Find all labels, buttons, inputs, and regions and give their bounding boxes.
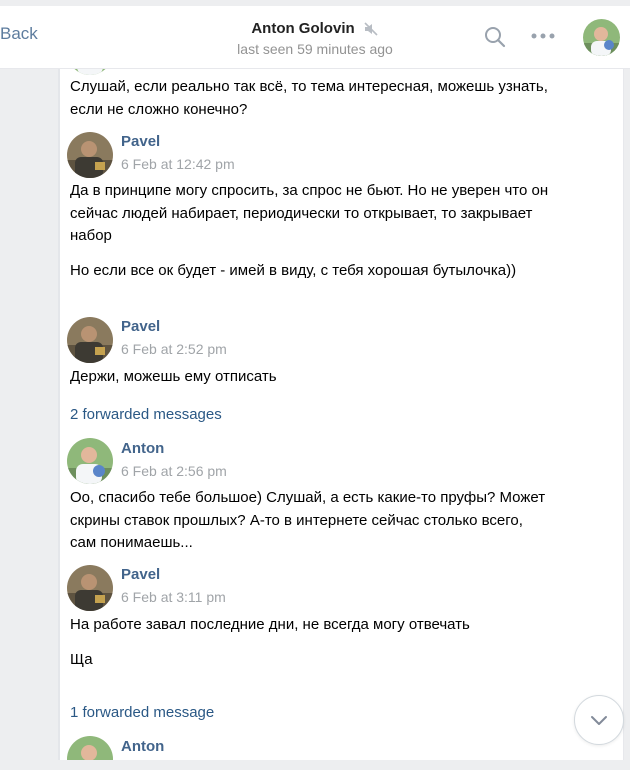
message-time[interactable]: 6 Feb at 3:11 pm (121, 589, 226, 605)
chat-title[interactable]: Anton Golovin (251, 20, 354, 37)
message-time[interactable]: 6 Feb at 2:56 pm (121, 463, 227, 479)
avatar[interactable] (67, 438, 113, 484)
message-text: Держи, можешь ему отписать (70, 368, 277, 385)
avatar[interactable] (67, 132, 113, 178)
message-author[interactable]: Pavel (121, 133, 160, 150)
message-text: На работе завал последние дни, не всегда… (70, 616, 470, 633)
more-icon[interactable] (530, 28, 556, 44)
message-text: Ща (70, 651, 93, 668)
message-author[interactable]: Pavel (121, 318, 160, 335)
avatar[interactable] (67, 69, 113, 75)
chevron-down-icon (591, 716, 607, 725)
message-time[interactable]: 6 Feb at 12:42 pm (121, 156, 235, 172)
message-text: Слушай, если реально так всё, то тема ин… (70, 78, 548, 118)
message-text: Оо, спасибо тебе большое) Слушай, а есть… (70, 489, 546, 551)
message-text: Да в принципе могу спросить, за спрос не… (70, 182, 549, 244)
search-icon[interactable] (484, 26, 506, 48)
chat-header: Back Anton Golovin last seen 59 minutes … (0, 6, 630, 69)
forwarded-messages-link[interactable]: 1 forwarded message (70, 704, 214, 721)
message-author[interactable]: Anton (121, 738, 164, 755)
message-history[interactable]: Слушай, если реально так всё, то тема ин… (58, 69, 624, 770)
forwarded-messages-link[interactable]: 2 forwarded messages (70, 406, 222, 423)
mute-icon (363, 21, 379, 37)
message-text: Но если все ок будет - имей в виду, с те… (70, 262, 517, 279)
avatar[interactable] (67, 565, 113, 611)
bottom-strip (0, 760, 630, 770)
message-author[interactable]: Anton (121, 440, 164, 457)
scroll-down-button[interactable] (574, 695, 624, 745)
message-time[interactable]: 6 Feb at 2:52 pm (121, 341, 227, 357)
chat-title-row[interactable]: Anton Golovin (251, 20, 378, 37)
message-author[interactable]: Pavel (121, 566, 160, 583)
avatar[interactable] (67, 317, 113, 363)
avatar[interactable] (583, 19, 620, 56)
